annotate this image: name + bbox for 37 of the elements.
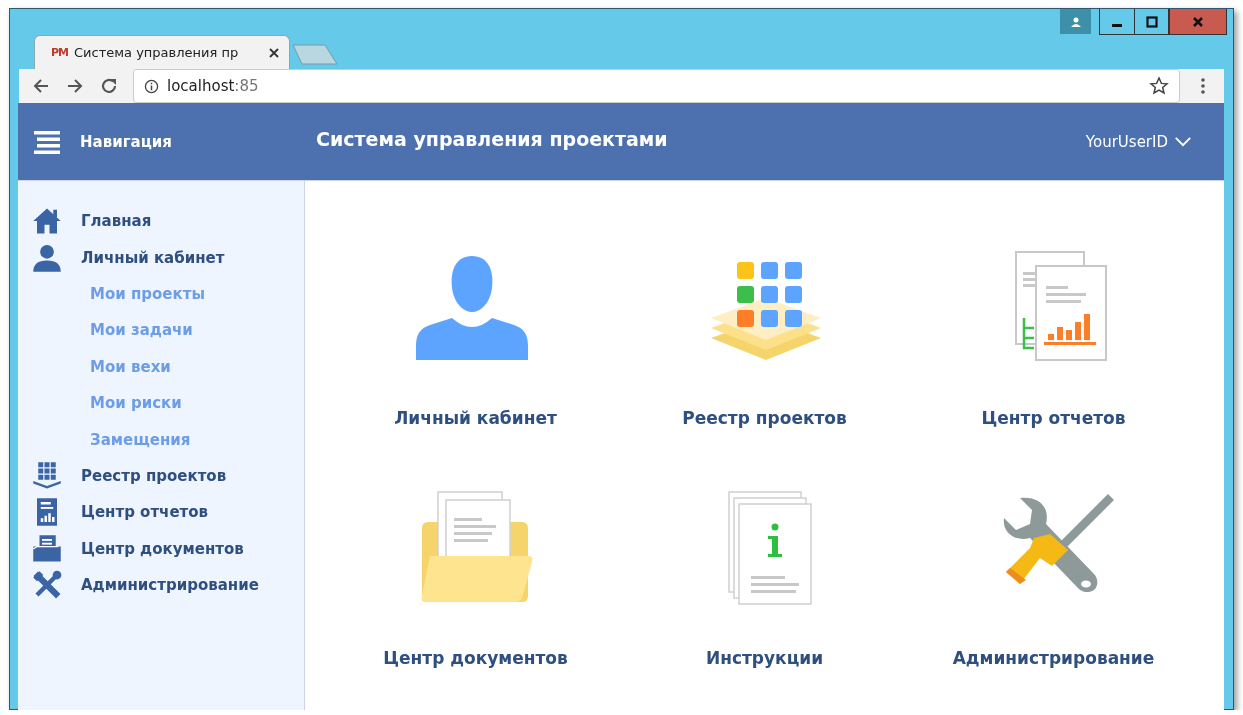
sidebar-item[interactable]: Центр отчетов	[18, 494, 304, 531]
address-field[interactable]: localhost:85	[133, 69, 1180, 103]
reload-icon[interactable]	[99, 76, 119, 96]
browser-tab[interactable]: PM Система управления пр	[34, 35, 290, 69]
maximize-button[interactable]	[1134, 9, 1169, 35]
tile-link[interactable]: Личный кабинет	[394, 408, 557, 428]
url-text: localhost:85	[167, 77, 260, 95]
grid-stack-icon	[31, 460, 63, 491]
close-button[interactable]	[1169, 9, 1227, 35]
maximize-icon[interactable]	[1145, 15, 1158, 28]
tile-link[interactable]: Центр документов	[383, 648, 568, 668]
home-icon	[31, 206, 63, 237]
tile-link[interactable]: Центр отчетов	[981, 408, 1126, 428]
info-icon[interactable]	[144, 78, 159, 94]
sidebar-item[interactable]: Главная	[18, 203, 304, 240]
tile-link[interactable]: Реестр проектов	[682, 408, 847, 428]
close-icon[interactable]	[1192, 15, 1204, 28]
app-title: Система управления проектами	[316, 127, 669, 150]
menu-icon[interactable]	[34, 129, 60, 154]
sidebar-item[interactable]: Администрирование	[18, 566, 304, 604]
tile-link[interactable]: Инструкции	[705, 648, 824, 668]
favicon: PM	[51, 46, 68, 59]
user-icon[interactable]	[1060, 9, 1091, 34]
navigation-button[interactable]: Навигация	[18, 129, 316, 154]
tile-link[interactable]: Администрирование	[952, 648, 1155, 668]
chevron-down-icon	[1174, 136, 1192, 147]
sidebar-item[interactable]: Центр документов	[18, 530, 304, 567]
folder-icon	[31, 533, 63, 564]
close-icon[interactable]	[269, 47, 279, 58]
sidebar-item[interactable]: Личный кабинет	[18, 239, 304, 276]
tools-icon	[31, 570, 63, 601]
sidebar-item[interactable]: Реестр проектов	[18, 457, 304, 495]
star-icon[interactable]	[1149, 76, 1169, 96]
menu-icon[interactable]	[1200, 76, 1206, 96]
user-icon	[31, 242, 63, 273]
user-menu[interactable]: YourUserID	[1085, 132, 1224, 151]
minimize-button[interactable]	[1099, 9, 1134, 35]
